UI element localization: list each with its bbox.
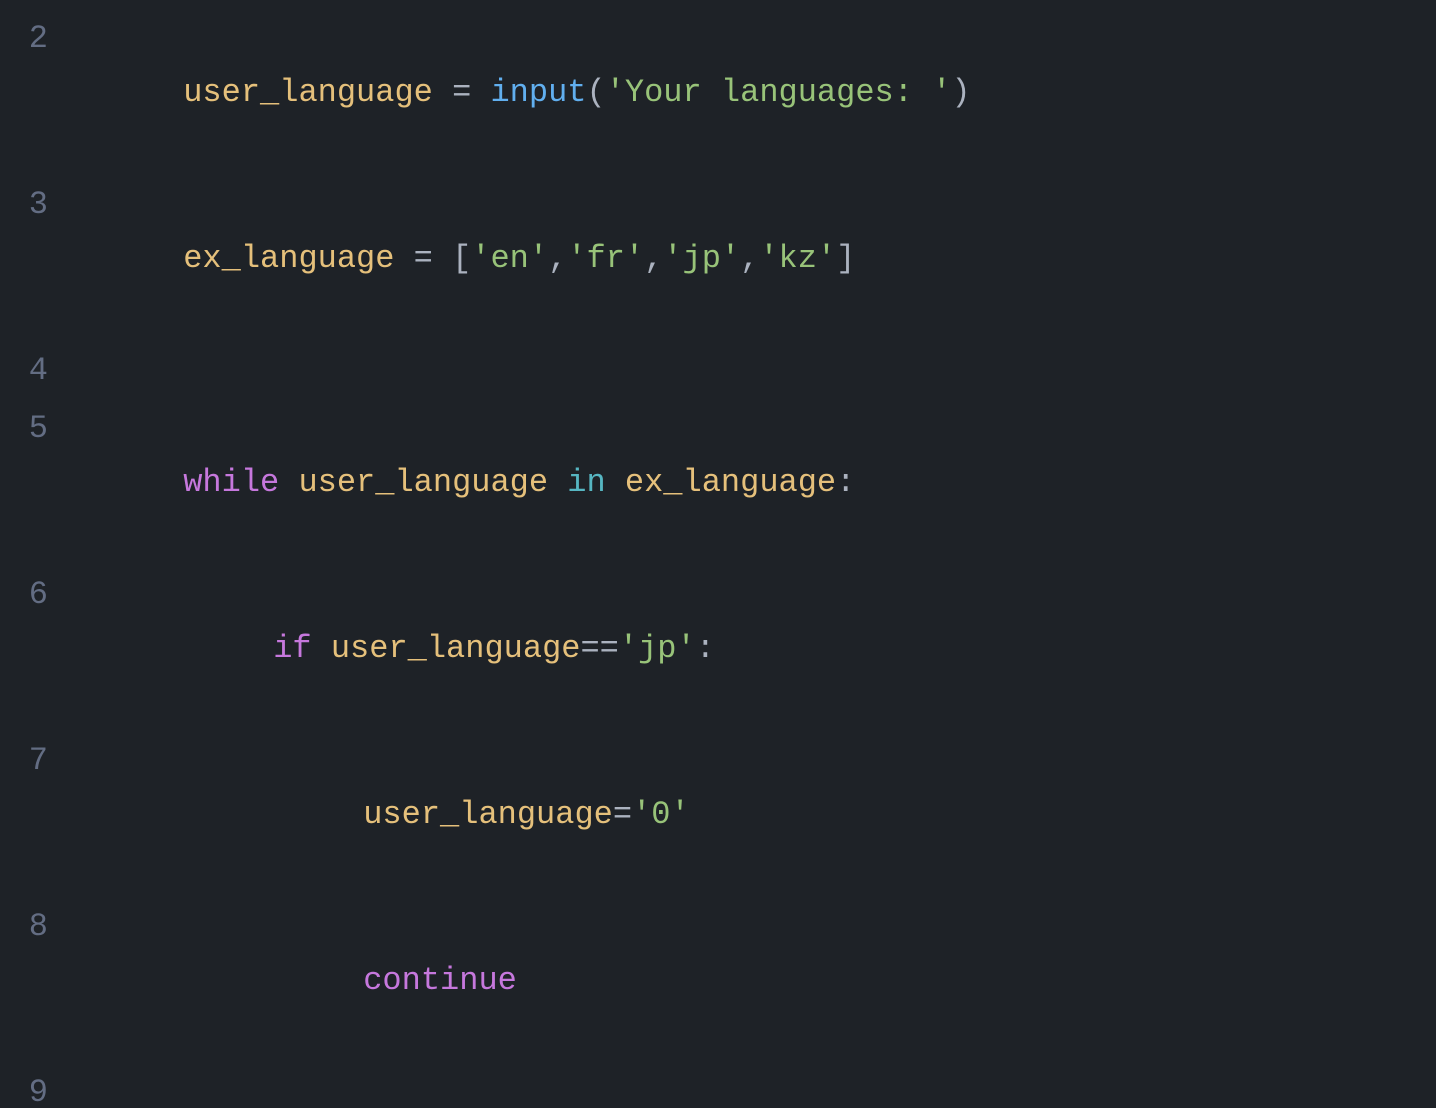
line-number-5: 5 (0, 402, 68, 456)
token: in (567, 464, 605, 501)
token: == (580, 630, 618, 667)
line-content-3[interactable]: ex_language = ['en','fr','jp','kz'] (68, 178, 855, 340)
token: ( (586, 74, 605, 111)
token: , (740, 240, 759, 277)
token: input (490, 74, 586, 111)
token: user_language (363, 796, 613, 833)
line-content-4 (68, 344, 87, 398)
token: user_language (331, 630, 581, 667)
line-content-5[interactable]: while user_language in ex_language: (68, 402, 855, 564)
token: continue (363, 962, 517, 999)
code-line-7: 7 user_language='0' (0, 732, 1436, 898)
token: while (183, 464, 279, 501)
token: 'Your languages: ' (606, 74, 952, 111)
line-content-7[interactable]: user_language='0' (68, 734, 690, 896)
token: , (644, 240, 663, 277)
token: = (394, 240, 452, 277)
token: if (273, 630, 311, 667)
token: 'fr' (567, 240, 644, 277)
line-number-2: 2 (0, 12, 68, 66)
token: ] (836, 240, 855, 277)
token: = (613, 796, 632, 833)
token: 'en' (471, 240, 548, 277)
line-number-6: 6 (0, 568, 68, 622)
token: [ (452, 240, 471, 277)
code-line-3: 3 ex_language = ['en','fr','jp','kz'] (0, 176, 1436, 342)
token: 'jp' (663, 240, 740, 277)
line-number-8: 8 (0, 900, 68, 954)
code-line-9: 9 print (f'Language found in the list: {… (0, 1064, 1436, 1108)
code-line-5: 5 while user_language in ex_language: (0, 400, 1436, 566)
token: 'kz' (759, 240, 836, 277)
token (279, 464, 298, 501)
token: = (433, 74, 491, 111)
code-line-2: 2 user_language = input('Your languages:… (0, 10, 1436, 176)
code-line-8: 8 continue (0, 898, 1436, 1064)
token: 'jp' (619, 630, 696, 667)
line-number-4: 4 (0, 344, 68, 398)
token: : (696, 630, 715, 667)
code-line-4: 4 (0, 342, 1436, 400)
line-content-2[interactable]: user_language = input('Your languages: '… (68, 12, 971, 174)
token: user_language (298, 464, 548, 501)
token (548, 464, 567, 501)
line-content-6[interactable]: if user_language=='jp': (68, 568, 715, 730)
line-number-3: 3 (0, 178, 68, 232)
token: ex_language (625, 464, 836, 501)
line-content-9[interactable]: print (f'Language found in the list: {us… (68, 1066, 1310, 1108)
line-number-7: 7 (0, 734, 68, 788)
token: , (548, 240, 567, 277)
code-line-6: 6 if user_language=='jp': (0, 566, 1436, 732)
token: : (836, 464, 855, 501)
token: user_language (183, 74, 433, 111)
token: '0' (632, 796, 690, 833)
line-content-8[interactable]: continue (68, 900, 517, 1062)
code-editor: 2 user_language = input('Your languages:… (0, 0, 1436, 554)
token: ex_language (183, 240, 394, 277)
token (312, 630, 331, 667)
line-number-9: 9 (0, 1066, 68, 1108)
token: ) (951, 74, 970, 111)
token (606, 464, 625, 501)
